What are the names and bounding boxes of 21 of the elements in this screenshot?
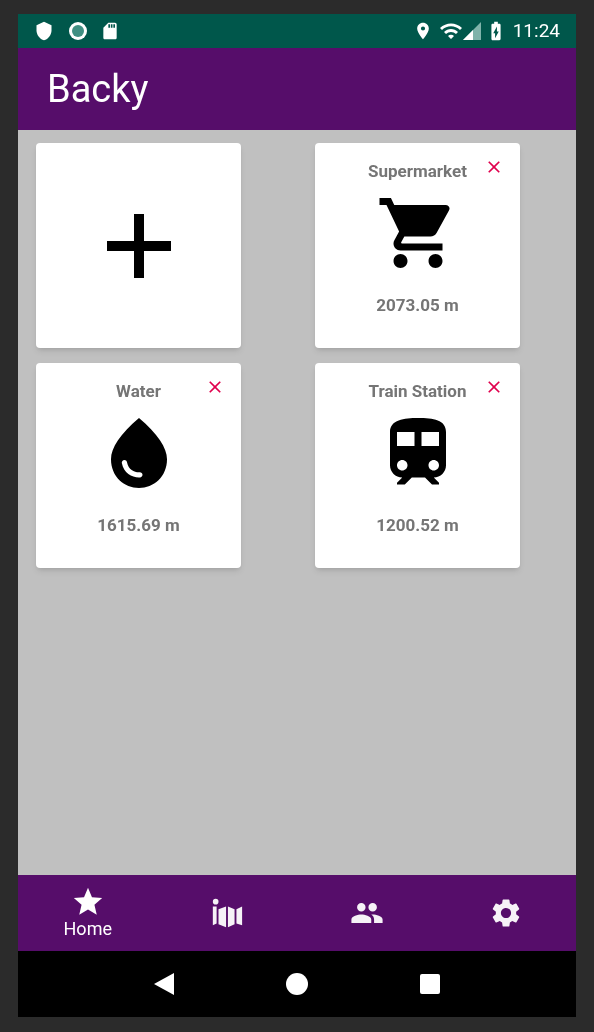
nav-tab[interactable]: Home	[18, 875, 158, 951]
place-card[interactable]: Water 1615.69 m	[36, 363, 241, 568]
place-title: Train Station	[368, 380, 467, 403]
distance-text: 1200.52 m	[376, 514, 459, 537]
signal-icon	[462, 22, 481, 40]
circle-icon	[68, 21, 88, 41]
home-icon[interactable]	[286, 973, 308, 995]
app-title: Backy	[47, 65, 149, 113]
back-icon[interactable]	[154, 973, 174, 995]
place-card[interactable]: Supermarket 2073.05 m	[315, 143, 520, 348]
plus-icon	[106, 213, 171, 278]
distance-text: 1615.69 m	[97, 514, 180, 537]
shield-icon	[34, 21, 54, 41]
sd-card-icon	[100, 21, 120, 41]
place-title: Water	[116, 380, 161, 403]
map-icon	[210, 896, 245, 930]
place-title: Supermarket	[368, 160, 467, 183]
add-card[interactable]	[36, 143, 241, 348]
status-time: 11:24	[512, 17, 560, 44]
place-card[interactable]: Train Station 1200.52 m	[315, 363, 520, 568]
distance-text: 2073.05 m	[376, 294, 459, 317]
